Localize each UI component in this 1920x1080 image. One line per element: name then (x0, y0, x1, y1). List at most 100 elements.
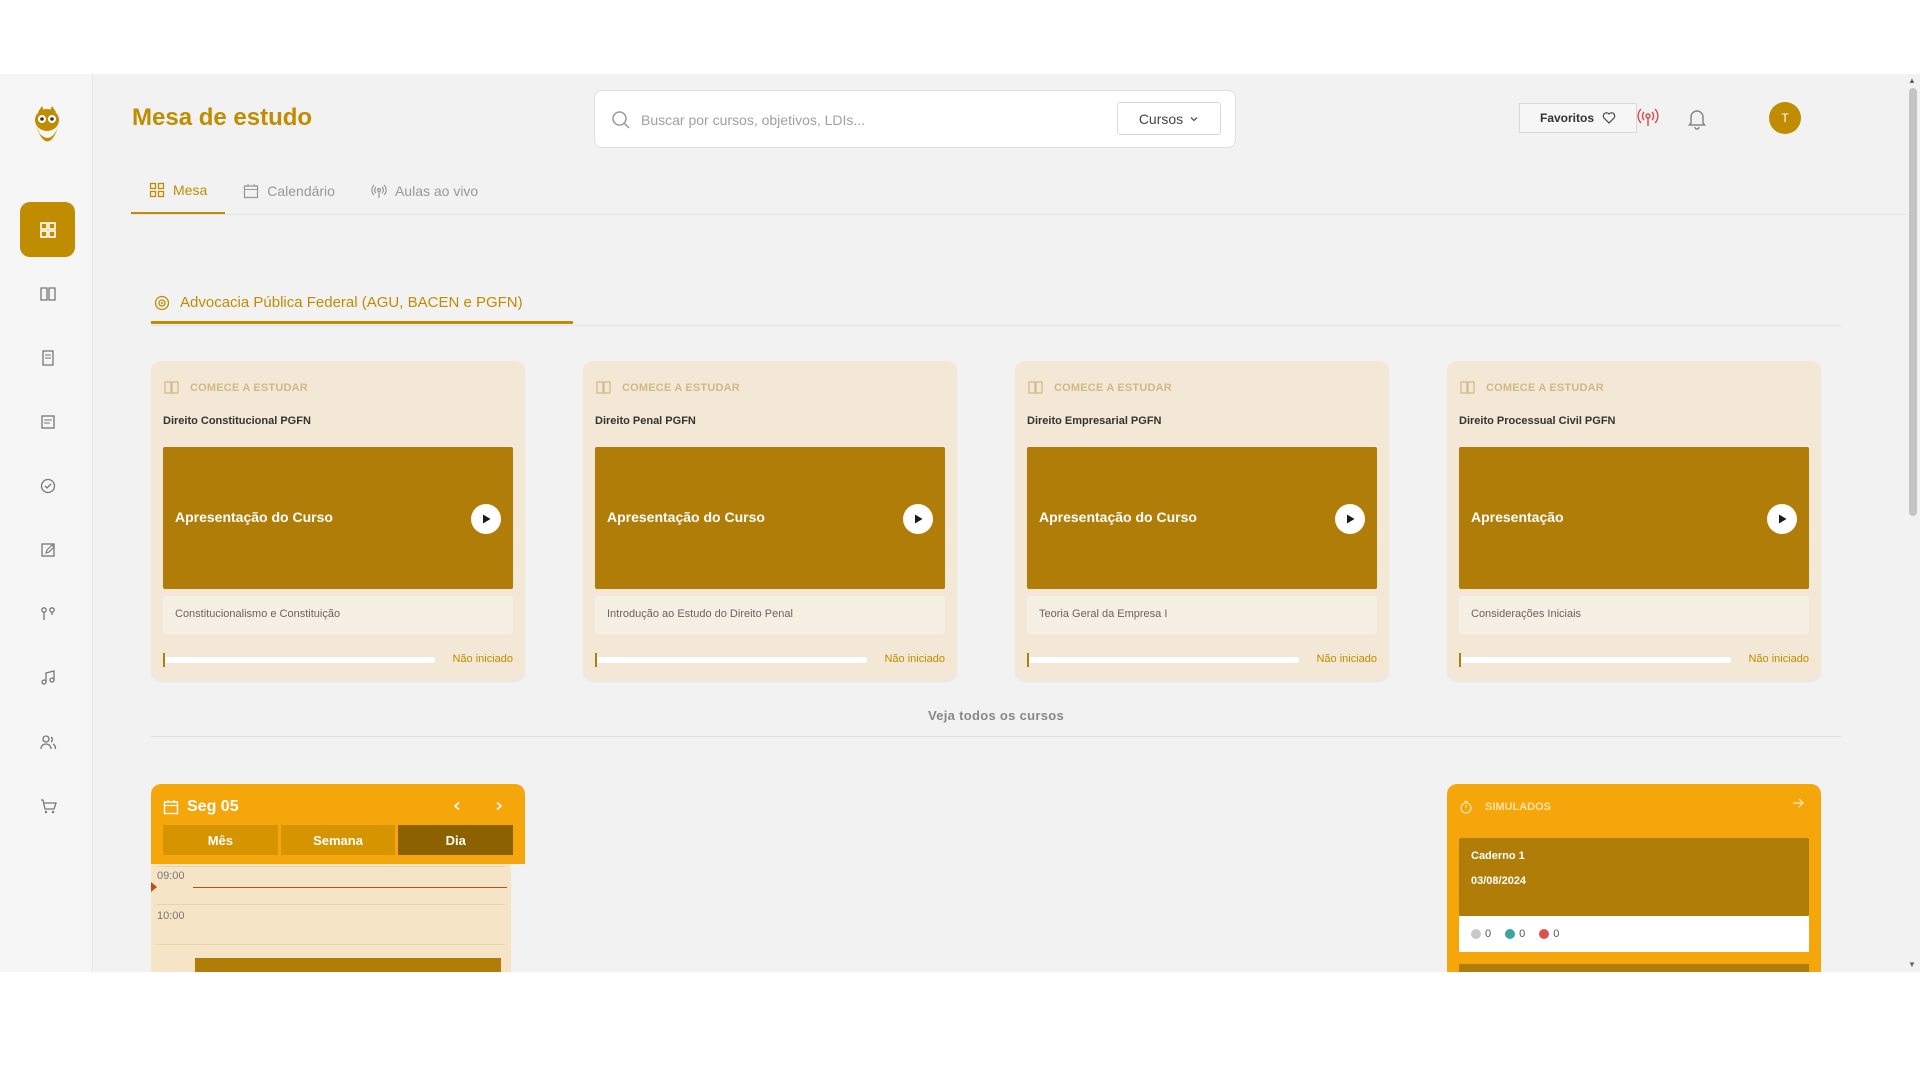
live-broadcast-icon[interactable] (1636, 106, 1660, 130)
stat-correct: 0 (1505, 928, 1525, 940)
course-card[interactable]: COMECE A ESTUDAR Direito Penal PGFN Apre… (583, 361, 957, 681)
chevron-left-icon (453, 801, 460, 811)
tab-mesa[interactable]: Mesa (131, 168, 226, 214)
course-card[interactable]: COMECE A ESTUDAR Direito Constitucional … (151, 361, 525, 681)
next-lesson[interactable]: Considerações Iniciais (1459, 596, 1809, 634)
course-video-thumbnail[interactable]: Apresentação do Curso (163, 447, 513, 589)
owl-logo[interactable] (32, 104, 62, 154)
search-scope-label: Cursos (1138, 110, 1184, 127)
broadcast-icon (371, 184, 387, 198)
book-open-icon (596, 381, 611, 394)
dashboard-icon (149, 182, 165, 198)
next-lesson[interactable]: Teoria Geral da Empresa I (1027, 596, 1377, 634)
tab-label: Aulas ao vivo (394, 183, 479, 199)
tab-aulas-ao-vivo[interactable]: Aulas ao vivo (353, 168, 496, 214)
course-video-thumbnail[interactable]: Apresentação do Curso (595, 447, 945, 589)
play-button[interactable] (471, 504, 501, 534)
scrollbar-thumb[interactable] (1909, 88, 1917, 516)
eyebrow-label: COMECE A ESTUDAR (622, 381, 740, 394)
stat-wrong: 0 (1539, 928, 1559, 940)
scroll-up-icon[interactable]: ▲ (1908, 76, 1916, 85)
calendar-icon (163, 800, 179, 815)
play-icon (1779, 514, 1787, 524)
time-label: 10:00 (157, 910, 185, 922)
sidebar-item-audio[interactable] (20, 650, 75, 705)
check-circle-icon (40, 478, 55, 493)
play-icon (915, 514, 923, 524)
stopwatch-icon (1460, 800, 1472, 814)
course-video-thumbnail[interactable]: Apresentação (1459, 447, 1809, 589)
teal-dot-icon (1505, 929, 1516, 939)
book-open-icon (164, 381, 179, 394)
simulados-open-button[interactable] (1791, 796, 1805, 815)
simulados-header: SIMULADOS (1459, 800, 1551, 814)
sidebar (0, 74, 93, 972)
course-video-thumbnail[interactable]: Apresentação do Curso (1027, 447, 1377, 589)
calendar-day-grid[interactable]: 09:00 10:00 (151, 864, 525, 972)
video-title: Apresentação do Curso (607, 509, 765, 525)
video-title: Apresentação (1471, 509, 1564, 525)
calendar-date: Seg 05 (187, 798, 239, 815)
calendar-widget: Seg 05 Mês Semana Dia 09:00 10:00 (151, 784, 525, 972)
stat-value: 0 (1519, 928, 1526, 940)
view-day-button[interactable]: Dia (398, 825, 514, 855)
next-lesson[interactable]: Constitucionalismo e Constituição (163, 596, 513, 634)
simulados-title: SIMULADOS (1485, 801, 1551, 813)
sidebar-item-goals[interactable] (20, 458, 75, 513)
tab-label: Calendário (267, 183, 335, 199)
scroll-down-icon[interactable]: ▼ (1908, 960, 1916, 969)
stat-value: 0 (1553, 928, 1560, 940)
progress-marker (1459, 653, 1461, 667)
see-all-divider (151, 736, 1841, 737)
hour-line (157, 904, 505, 905)
progress-marker (163, 653, 165, 667)
target-icon (154, 295, 170, 310)
chevron-right-icon (496, 801, 503, 811)
current-time-line (193, 887, 507, 888)
eyebrow-label: COMECE A ESTUDAR (1486, 381, 1604, 394)
search-scope-dropdown[interactable]: Cursos (1117, 102, 1221, 135)
search-input[interactable] (641, 107, 1101, 133)
calendar-view-switcher: Mês Semana Dia (163, 825, 514, 855)
sidebar-item-courses[interactable] (20, 266, 75, 321)
calendar-next-button[interactable] (487, 794, 511, 818)
simulados-widget: SIMULADOS Caderno 1 03/08/2024 0 0 0 (1447, 784, 1821, 972)
next-lesson[interactable]: Introdução ao Estudo do Direito Penal (595, 596, 945, 634)
view-month-button[interactable]: Mês (163, 825, 278, 855)
bell-icon[interactable] (1685, 106, 1709, 130)
calendar-scrollbar[interactable] (511, 864, 525, 972)
main-content: Mesa de estudo Cursos Favoritos T Mesa (93, 74, 1920, 972)
play-button[interactable] (1335, 504, 1365, 534)
tab-calendario[interactable]: Calendário (225, 168, 353, 214)
simulado-item[interactable] (1459, 964, 1809, 972)
career-tab[interactable]: Advocacia Pública Federal (AGU, BACEN e … (151, 284, 573, 324)
sidebar-item-documents[interactable] (20, 394, 75, 449)
course-title: Direito Processual Civil PGFN (1459, 415, 1616, 427)
course-card[interactable]: COMECE A ESTUDAR Direito Processual Civi… (1447, 361, 1821, 681)
course-card[interactable]: COMECE A ESTUDAR Direito Empresarial PGF… (1015, 361, 1389, 681)
status-label: Não iniciado (452, 653, 513, 665)
sidebar-item-dashboard[interactable] (20, 202, 75, 257)
view-week-button[interactable]: Semana (280, 825, 396, 855)
calendar-prev-button[interactable] (445, 794, 469, 818)
hour-line (157, 944, 505, 945)
sidebar-item-community[interactable] (20, 714, 75, 769)
favorites-button[interactable]: Favoritos (1519, 103, 1637, 133)
play-button[interactable] (1767, 504, 1797, 534)
sidebar-item-exercises[interactable] (20, 522, 75, 577)
page-scrollbar[interactable]: ▲ ▼ (1906, 74, 1920, 972)
user-avatar[interactable]: T (1769, 102, 1801, 134)
cart-icon (40, 798, 57, 813)
sidebar-item-notebooks[interactable] (20, 330, 75, 385)
play-button[interactable] (903, 504, 933, 534)
status-label: Não iniciado (1316, 653, 1377, 665)
sidebar-item-trails[interactable] (20, 586, 75, 641)
see-all-courses-link[interactable]: Veja todos os cursos (151, 708, 1841, 734)
sidebar-item-store[interactable] (20, 778, 75, 833)
app-window: Mesa de estudo Cursos Favoritos T Mesa (0, 74, 1920, 972)
dashboard-icon (39, 221, 56, 238)
chevron-down-icon (1190, 116, 1198, 121)
simulado-item[interactable]: Caderno 1 03/08/2024 (1459, 838, 1809, 916)
status-label: Não iniciado (1748, 653, 1809, 665)
calendar-event[interactable] (195, 958, 501, 972)
